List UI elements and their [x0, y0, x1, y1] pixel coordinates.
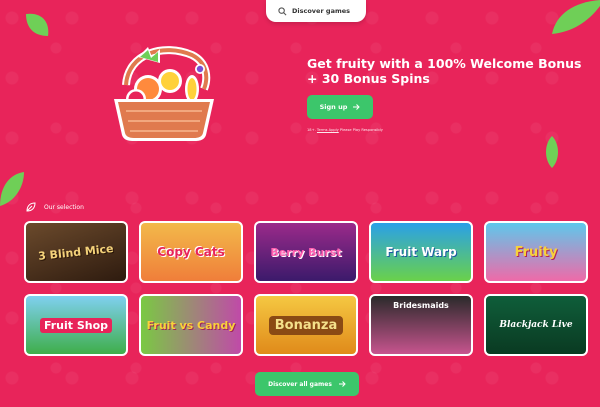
sign-up-label: Sign up — [319, 103, 348, 111]
game-tile-fruit-warp[interactable]: Fruit Warp — [369, 221, 473, 283]
game-title: Berry Burst — [270, 245, 342, 259]
terms-suffix: Please Play Responsibly — [339, 128, 383, 132]
game-tile-bridesmaids[interactable]: Bridesmaids — [369, 294, 473, 356]
game-tile-fruity[interactable]: Fruity — [484, 221, 588, 283]
search-label: Discover games — [292, 7, 351, 15]
game-tile-fruit-shop[interactable]: Fruit Shop — [24, 294, 128, 356]
game-tile-copy-cats[interactable]: Copy Cats — [139, 221, 243, 283]
discover-games-search[interactable]: Discover games — [266, 0, 366, 22]
leaf-left-icon — [0, 172, 24, 206]
game-tile-3-blind-mice[interactable]: 3 Blind Mice — [24, 221, 128, 283]
sign-up-button[interactable]: Sign up — [307, 95, 373, 119]
game-tile-fruit-vs-candy[interactable]: Fruit vs Candy — [139, 294, 243, 356]
search-icon — [278, 6, 287, 15]
game-title: Copy Cats — [157, 245, 225, 259]
game-grid: 3 Blind Mice Copy Cats Berry Burst Fruit… — [24, 221, 588, 356]
terms-text: 18+. Terms Apply Please Play Responsibly — [307, 128, 383, 132]
game-title: Fruit vs Candy — [146, 318, 236, 332]
our-selection-title: Our selection — [44, 203, 84, 211]
game-title: Fruit Warp — [385, 245, 457, 259]
leaf-right-icon — [546, 136, 558, 168]
game-tile-bonanza[interactable]: Bonanza — [254, 294, 358, 356]
game-tile-berry-burst[interactable]: Berry Burst — [254, 221, 358, 283]
arrow-right-icon — [353, 104, 361, 110]
our-selection-header: Our selection — [25, 201, 84, 213]
terms-link[interactable]: Terms Apply — [317, 128, 339, 132]
leaf-top-right-icon — [552, 0, 600, 34]
discover-all-games-button[interactable]: Discover all games — [255, 372, 359, 396]
leaf-outline-icon — [26, 202, 36, 212]
game-title: Bridesmaids — [393, 301, 449, 310]
terms-prefix: 18+. — [307, 128, 316, 132]
game-title: Blackjack Live — [499, 319, 573, 330]
game-tile-blackjack-live[interactable]: Blackjack Live — [484, 294, 588, 356]
hero-title: Get fruity with a 100% Welcome Bonus + 3… — [307, 56, 597, 86]
game-title: 3 Blind Mice — [37, 241, 115, 263]
arrow-right-icon — [338, 381, 346, 387]
hero-title-line1: Get fruity with a 100% Welcome Bonus — [307, 56, 582, 71]
fruit-basket-illustration — [114, 46, 214, 141]
discover-all-label: Discover all games — [268, 380, 332, 388]
game-title: Fruit Shop — [39, 317, 113, 333]
leaf-top-left-icon — [26, 13, 49, 36]
game-title: Fruity — [514, 244, 558, 260]
hero-title-line2: + 30 Bonus Spins — [307, 71, 430, 86]
game-title: Bonanza — [268, 315, 344, 335]
